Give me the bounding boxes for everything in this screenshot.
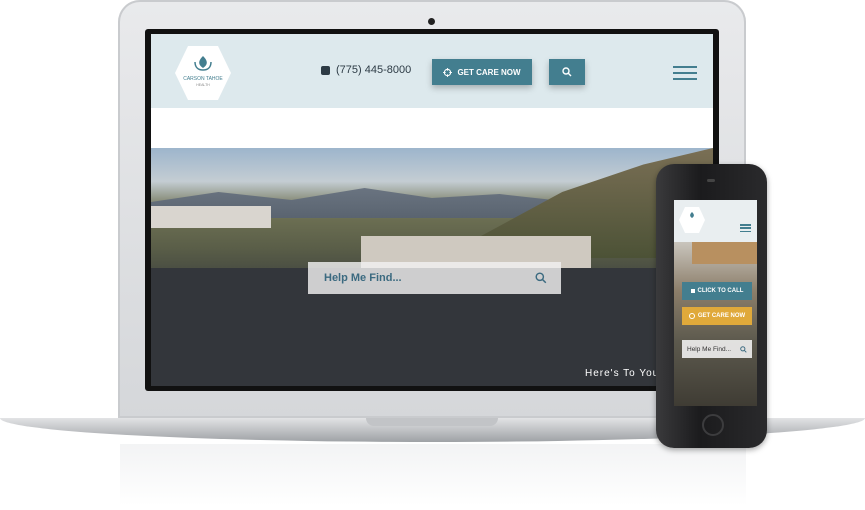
mobile-hero-roof [692,242,757,264]
menu-icon[interactable] [673,66,697,80]
search-icon[interactable] [740,345,747,353]
phone-home-button [702,414,724,436]
location-icon [443,67,453,77]
logo-brand: CARSON TAHOE [183,76,223,82]
mobile-get-care-now-label: GET CARE NOW [697,313,746,319]
phone-speaker [707,179,715,182]
phone-icon [690,289,695,293]
mobile-help-me-find-label: Help Me Find... [687,345,732,353]
get-care-now-button[interactable]: GET CARE NOW [432,59,532,85]
phone-icon [321,65,330,75]
mobile-get-care-now-button[interactable]: GET CARE NOW [682,307,752,325]
mobile-menu-icon[interactable] [740,224,751,232]
search-icon [562,67,572,77]
laptop-notch [366,418,498,426]
phone-screen: CLICK TO CALL GET CARE NOW Help Me Find.… [674,200,757,406]
hero-tagline: Here's To You [585,368,660,379]
search-icon[interactable] [535,272,547,284]
mobile-logo[interactable] [678,206,706,234]
logo-brand-sub: HEALTH [196,83,210,87]
mobile-help-me-find-search[interactable]: Help Me Find... [682,340,752,358]
help-me-find-label: Help Me Find... [324,272,402,284]
click-to-call-button[interactable]: CLICK TO CALL [682,282,752,300]
logo-hexagon-icon [679,207,705,233]
phone-number: (775) 445-8000 [336,64,412,76]
logo-hexagon-icon: CARSON TAHOE HEALTH [175,46,231,100]
hero-building [151,206,271,228]
get-care-now-label: GET CARE NOW [457,67,521,77]
site-header: CARSON TAHOE HEALTH (775) 445-8000 GET C… [151,34,713,108]
location-icon [688,313,695,319]
laptop-camera [428,18,435,25]
click-to-call-label: CLICK TO CALL [697,288,744,294]
laptop-reflection [120,444,746,506]
mobile-header [674,200,757,242]
hero-image: Help Me Find... Here's To You [151,148,713,386]
phone-link[interactable]: (775) 445-8000 [321,64,411,76]
search-button[interactable] [549,59,585,85]
help-me-find-search[interactable]: Help Me Find... [308,262,561,294]
laptop-screen: CARSON TAHOE HEALTH (775) 445-8000 GET C… [151,34,713,386]
logo[interactable]: CARSON TAHOE HEALTH [173,44,233,102]
